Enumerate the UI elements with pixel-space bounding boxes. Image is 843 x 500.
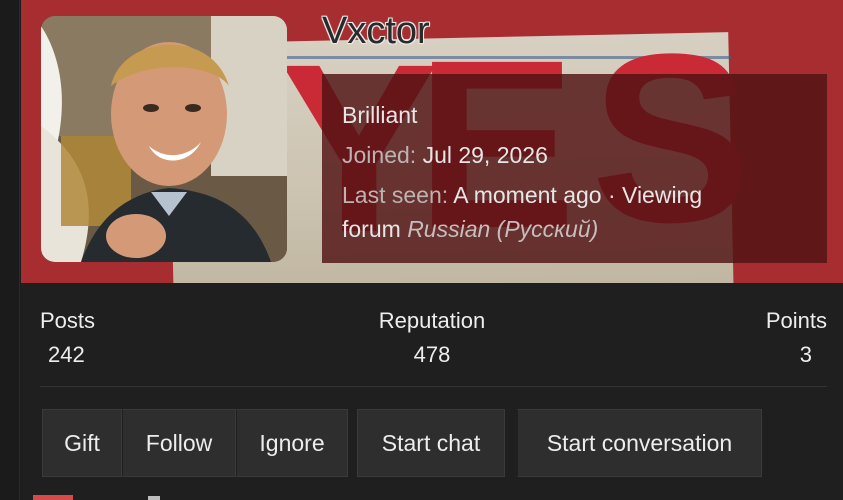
username: Vxctor <box>322 10 430 52</box>
stat-posts[interactable]: Posts 242 <box>40 307 95 369</box>
gift-button[interactable]: Gift <box>42 409 122 477</box>
next-section-peek <box>148 496 160 500</box>
start-chat-button[interactable]: Start chat <box>357 409 505 477</box>
last-seen-label: Last seen: <box>342 182 449 208</box>
points-label: Points <box>765 308 827 333</box>
joined-line: Joined: Jul 29, 2026 <box>342 138 807 172</box>
user-title: Brilliant <box>342 102 418 128</box>
avatar-image <box>41 16 287 262</box>
profile-page: Y E S Vxctor Brilliant Joined: Jul 29, 2… <box>0 0 843 500</box>
reputation-label: Reputation <box>378 308 486 333</box>
profile-action-group: Gift Follow Ignore <box>42 409 348 477</box>
stat-points[interactable]: Points 3 <box>766 307 827 369</box>
joined-label: Joined: <box>342 142 417 168</box>
profile-info-panel: Brilliant Joined: Jul 29, 2026 Last seen… <box>322 74 827 263</box>
reputation-count: 478 <box>413 342 451 367</box>
stat-reputation: Reputation 478 <box>373 307 491 369</box>
stats-divider <box>40 386 827 387</box>
last-seen-value: A moment ago · Viewing <box>453 182 703 208</box>
follow-button[interactable]: Follow <box>122 409 236 477</box>
posts-label: Posts <box>40 308 96 333</box>
last-seen-line: Last seen: A moment ago · Viewing forum … <box>342 178 807 246</box>
posts-count: 242 <box>48 342 85 367</box>
next-section-peek <box>33 495 73 500</box>
avatar[interactable] <box>41 16 287 262</box>
joined-date[interactable]: Jul 29, 2026 <box>423 142 548 168</box>
profile-stats: Posts 242 Reputation 478 Points 3 Gift F… <box>21 283 843 500</box>
ignore-button[interactable]: Ignore <box>236 409 348 477</box>
points-count: 3 <box>799 342 812 367</box>
last-seen-forum-prefix: forum <box>342 216 401 242</box>
viewing-forum-link[interactable]: Russian (Русский) <box>407 216 598 242</box>
left-edge-strip <box>0 0 20 500</box>
start-conversation-button[interactable]: Start conversation <box>517 409 762 477</box>
